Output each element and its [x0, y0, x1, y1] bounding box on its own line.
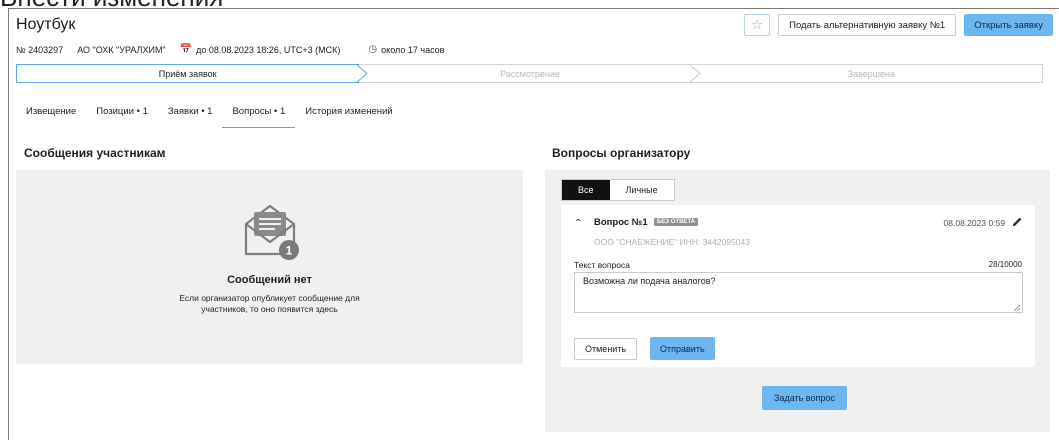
question-filter: Все Личные [561, 179, 675, 201]
empty-state-description: Если организатор опубликует сообщение дл… [179, 293, 360, 314]
open-envelope-icon: 1 [244, 204, 299, 260]
procedure-meta: № 2403297 АО "ОХК "УРАЛХИМ" 📅 до 08.08.2… [16, 44, 472, 55]
status-badge: БЕЗ ОТВЕТА [654, 218, 699, 226]
question-card: ⌃ Вопрос №1 БЕЗ ОТВЕТА 08.08.2023 0:59 О… [561, 205, 1035, 367]
question-text-label: Текст вопроса [574, 260, 630, 270]
organizer-name: АО "ОХК "УРАЛХИМ" [77, 44, 166, 55]
question-title: Вопрос №1 [594, 217, 648, 228]
question-text-input[interactable]: Возможна ли подача аналогов? [574, 272, 1023, 313]
deadline-text: до 08.08.2023 18:26, UTC+3 (МСК) [196, 44, 341, 55]
resize-handle-icon[interactable] [1013, 304, 1021, 312]
filter-personal[interactable]: Личные [610, 180, 674, 200]
messages-heading: Сообщения участникам [24, 146, 166, 160]
stage-receiving: Приём заявок [16, 64, 369, 83]
question-date: 08.08.2023 0:59 [943, 218, 1005, 228]
alternative-bid-button[interactable]: Подать альтернативную заявку №1 [778, 14, 957, 36]
messages-panel: 1 Сообщений нет Если организатор опублик… [16, 170, 523, 364]
send-button[interactable]: Отправить [650, 337, 715, 360]
clock-icon: ◷ [368, 44, 378, 55]
cancel-button[interactable]: Отменить [574, 338, 638, 360]
tab-bar: Извещение Позиции • 1 Заявки • 1 Вопросы… [16, 100, 403, 128]
open-bid-button[interactable]: Открыть заявку [964, 14, 1053, 36]
remaining-time: около 17 часов [381, 44, 445, 55]
tab-notice[interactable]: Извещение [16, 100, 86, 128]
tab-bids[interactable]: Заявки • 1 [158, 100, 223, 128]
favorite-button[interactable]: ☆ [744, 14, 771, 36]
tab-history[interactable]: История изменений [295, 100, 402, 128]
ask-question-button[interactable]: Задать вопрос [762, 386, 847, 410]
filter-all[interactable]: Все [562, 180, 610, 200]
chevron-up-icon[interactable]: ⌃ [574, 218, 582, 229]
questions-heading: Вопросы организатору [552, 146, 691, 160]
tab-positions[interactable]: Позиции • 1 [86, 100, 158, 128]
pencil-icon[interactable] [1011, 216, 1023, 228]
stage-review: Рассмотрение [359, 65, 701, 82]
unread-count-badge: 1 [286, 244, 293, 258]
empty-state-title: Сообщений нет [227, 274, 312, 286]
questions-panel: Все Личные ⌃ Вопрос №1 БЕЗ ОТВЕТА 08.08.… [545, 170, 1050, 432]
tab-questions[interactable]: Вопросы • 1 [222, 100, 296, 128]
header-actions: ☆ Подать альтернативную заявку №1 Открыт… [744, 14, 1053, 36]
participant-org: ООО "СНАБЖЕНИЕ" ИНН: 3442095043 [594, 237, 750, 247]
star-icon: ☆ [751, 17, 763, 32]
stage-progress: Приём заявок Рассмотрение Завершена [16, 64, 1043, 83]
char-counter: 28/10000 [988, 260, 1022, 269]
procedure-number: № 2403297 [16, 44, 64, 55]
calendar-icon: 📅 [179, 44, 193, 55]
stage-completed: Завершена [847, 68, 895, 79]
page-title: Ноутбук [16, 16, 76, 33]
